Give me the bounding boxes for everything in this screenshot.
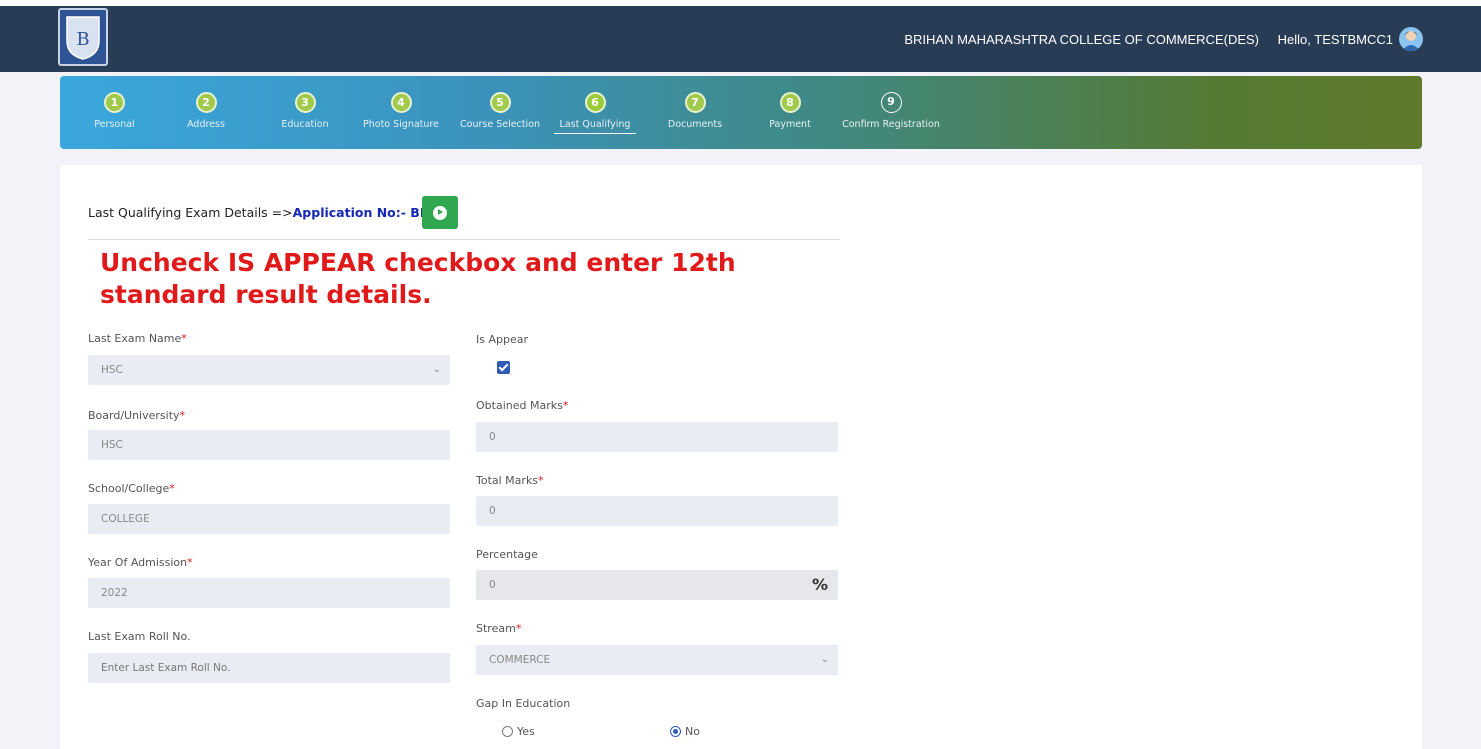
step-confirm-registration[interactable]: 9 Confirm Registration [835, 92, 947, 130]
required-marker: * [169, 482, 175, 495]
label-text: Total Marks [476, 474, 539, 487]
obtained-marks-label: Obtained Marks* [476, 399, 568, 412]
label-text: Stream [476, 622, 516, 635]
gap-yes-label: Yes [517, 725, 535, 738]
school-field[interactable]: COLLEGE [88, 504, 450, 534]
step-number: 8 [779, 92, 801, 113]
divider [88, 239, 840, 240]
step-label: Documents [667, 119, 723, 130]
obtained-marks-field[interactable]: 0 [476, 422, 838, 452]
chevron-down-icon: ⌄ [820, 654, 829, 665]
gap-label: Gap In Education [476, 697, 571, 710]
is-appear-label: Is Appear [476, 333, 528, 346]
last-exam-name-select[interactable]: HSC ⌄ [88, 355, 450, 385]
step-label: Confirm Registration [842, 119, 940, 130]
section-title-text: Last Qualifying Exam Details => [88, 205, 293, 220]
chevron-down-icon: ⌄ [432, 364, 441, 375]
step-last-qualifying[interactable]: 6 Last Qualifying [547, 92, 643, 134]
step-number: 4 [390, 92, 412, 113]
top-navbar: B BRIHAN MAHARASHTRA COLLEGE OF COMMERCE… [0, 0, 1481, 72]
select-value: COMMERCE [489, 654, 551, 666]
roll-no-input[interactable]: Enter Last Exam Roll No. [88, 653, 450, 683]
college-name: BRIHAN MAHARASHTRA COLLEGE OF COMMERCE(D… [904, 32, 1259, 47]
required-marker: * [181, 332, 187, 345]
last-exam-name-label: Last Exam Name* [88, 332, 187, 345]
step-label: Course Selection [460, 119, 540, 130]
step-number: 9 [880, 92, 902, 113]
school-label: School/College* [88, 482, 175, 495]
stream-select[interactable]: COMMERCE ⌄ [476, 645, 838, 675]
required-marker: * [187, 556, 193, 569]
avatar[interactable] [1399, 27, 1423, 51]
required-marker: * [515, 622, 522, 635]
step-label: Personal [94, 119, 135, 130]
step-number: 1 [104, 92, 125, 113]
label-text: School/College [88, 482, 170, 495]
is-appear-checkbox[interactable] [497, 361, 510, 374]
step-number: 6 [584, 92, 606, 113]
step-label: Payment [769, 119, 811, 130]
step-personal[interactable]: 1 Personal [81, 92, 148, 130]
crest-icon: B [66, 16, 100, 60]
step-label: Address [187, 119, 225, 130]
total-marks-field[interactable]: 0 [476, 496, 838, 526]
roll-no-label: Last Exam Roll No. [88, 630, 191, 643]
warning-message: Uncheck IS APPEAR checkbox and enter 12t… [100, 248, 736, 309]
percentage-label: Percentage [476, 548, 538, 561]
top-stripe [0, 0, 1481, 6]
step-photo-signature[interactable]: 4 Photo Signature [355, 92, 447, 130]
play-icon [433, 205, 447, 220]
required-marker: * [179, 409, 186, 422]
step-number: 5 [489, 92, 511, 113]
percentage-field: 0 % [476, 570, 838, 600]
year-of-admission-label: Year Of Admission* [88, 556, 193, 569]
required-marker: * [538, 474, 544, 487]
total-marks-label: Total Marks* [476, 474, 544, 487]
step-address[interactable]: 2 Address [170, 92, 242, 130]
step-number: 2 [195, 92, 217, 113]
play-button[interactable] [422, 196, 458, 229]
percent-unit: % [811, 575, 828, 594]
step-label: Last Qualifying [553, 119, 637, 134]
label-text: Last Exam Name [88, 332, 182, 345]
step-payment[interactable]: 8 Payment [753, 92, 827, 130]
label-text: Board/University [88, 409, 180, 422]
step-documents[interactable]: 7 Documents [657, 92, 733, 130]
step-course-selection[interactable]: 5 Course Selection [457, 92, 543, 130]
step-number: 7 [684, 92, 706, 113]
select-value: HSC [101, 364, 123, 376]
label-text: Year Of Admission [88, 556, 188, 569]
registration-steps: 1 Personal 2 Address 3 Education 4 Photo Sig… [60, 76, 1422, 149]
label-text: Obtained Marks [476, 399, 563, 412]
gap-no-label: No [685, 725, 700, 738]
step-label: Photo Signature [363, 119, 439, 130]
section-title: Last Qualifying Exam Details =>Applicati… [88, 205, 448, 220]
svg-text:B: B [76, 29, 89, 50]
gap-yes-radio[interactable] [502, 726, 513, 737]
percentage-value: 0 [489, 579, 496, 591]
gap-no-radio[interactable] [670, 726, 681, 737]
board-label: Board/University* [88, 409, 185, 422]
year-of-admission-field[interactable]: 2022 [88, 578, 450, 608]
step-number: 3 [294, 92, 316, 113]
step-label: Education [281, 119, 329, 130]
user-greeting[interactable]: Hello, TESTBMCC1 [1278, 32, 1393, 47]
step-education[interactable]: 3 Education [266, 92, 344, 130]
stream-label: Stream* [476, 622, 521, 635]
board-field[interactable]: HSC [88, 430, 450, 460]
required-marker: * [562, 399, 569, 412]
college-logo[interactable]: B [58, 8, 108, 66]
user-avatar-icon [1402, 31, 1420, 51]
